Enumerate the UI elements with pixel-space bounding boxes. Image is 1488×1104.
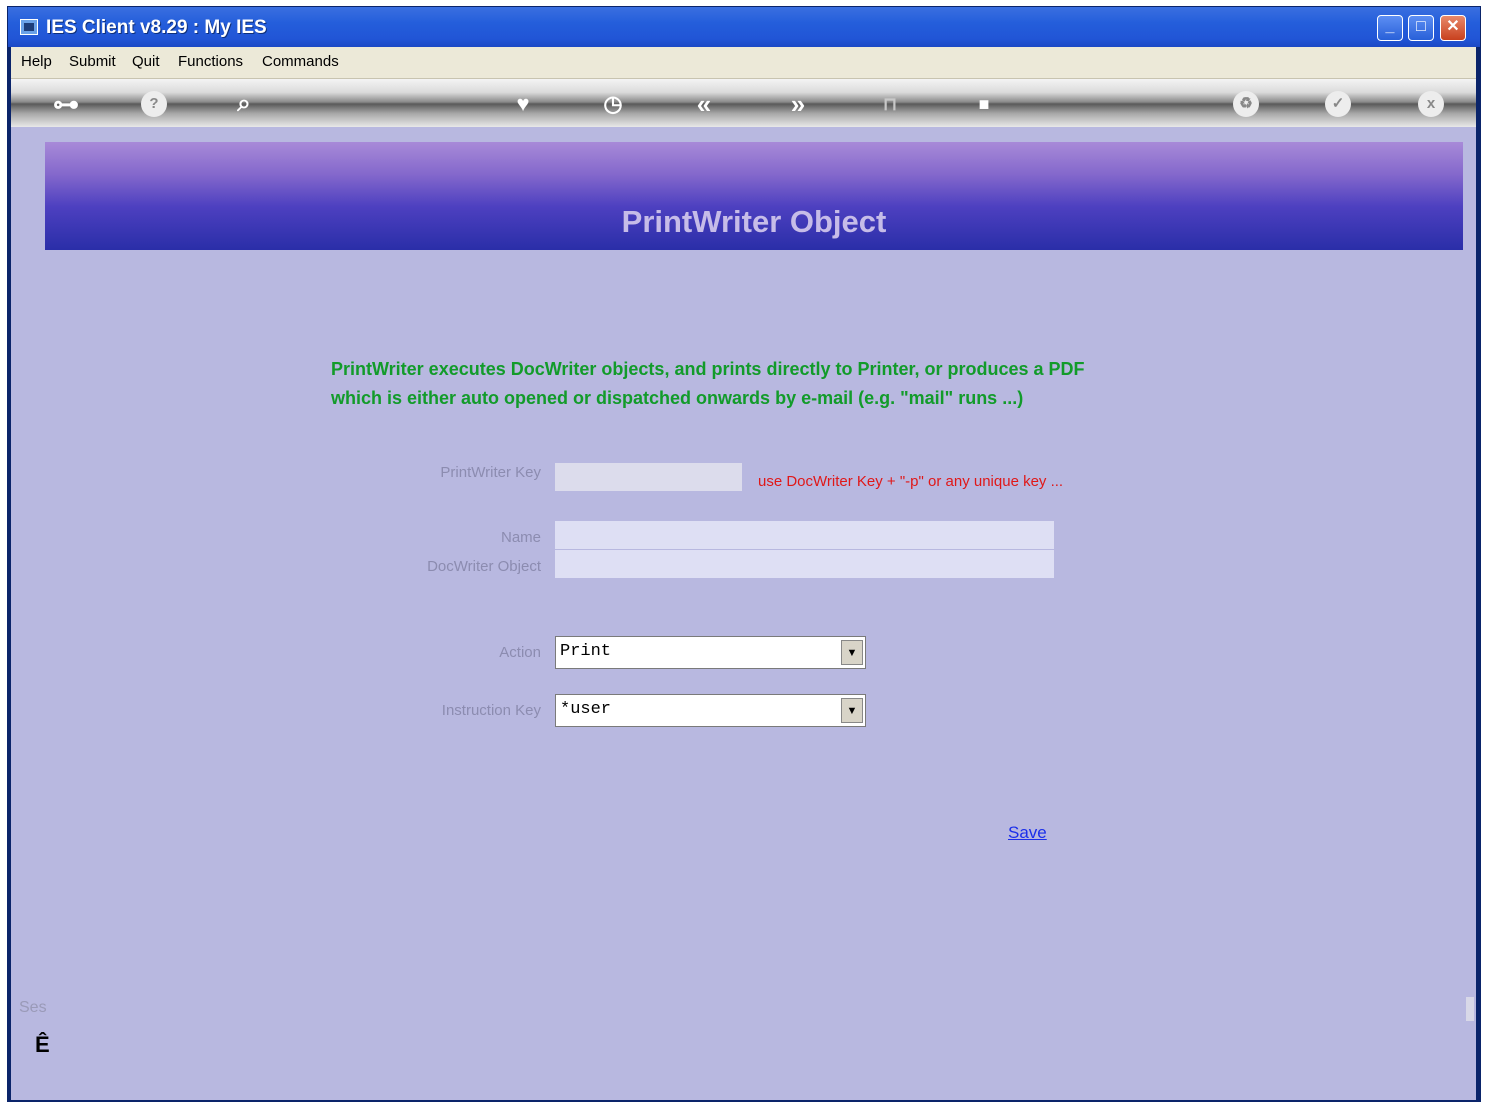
fast-forward-icon[interactable]: »	[785, 91, 811, 117]
trash-icon[interactable]: ⊓	[877, 91, 903, 117]
printwriter-key-input[interactable]	[555, 463, 742, 491]
close-window-button[interactable]: ✕	[1440, 15, 1466, 41]
app-icon	[20, 19, 38, 35]
description-line-1: PrintWriter executes DocWriter objects, …	[331, 359, 1085, 379]
header-banner: PrintWriter Object	[45, 142, 1463, 250]
menu-quit[interactable]: Quit	[132, 53, 160, 70]
menu-submit[interactable]: Submit	[69, 53, 116, 70]
chevron-down-icon[interactable]: ▼	[841, 698, 863, 723]
title-bar[interactable]: IES Client v8.29 : My IES _ □ ✕	[8, 7, 1480, 47]
maximize-button[interactable]: □	[1408, 15, 1434, 41]
docwriter-object-input[interactable]	[555, 550, 1054, 578]
save-link[interactable]: Save	[1008, 823, 1047, 843]
minimize-button[interactable]: _	[1377, 15, 1403, 41]
recycle-icon[interactable]: ♻	[1233, 91, 1259, 117]
heart-icon[interactable]: ♥	[510, 91, 536, 117]
printwriter-key-label: PrintWriter Key	[440, 464, 541, 481]
toolbar: ⊶ ? ⌕ ♥ ◷ « » ⊓ ■ ♻ ✓ x	[11, 79, 1476, 127]
page-title: PrintWriter Object	[621, 204, 887, 239]
window-title: IES Client v8.29 : My IES	[46, 17, 267, 38]
description-line-2: which is either auto opened or dispatche…	[331, 388, 1024, 408]
session-mark: Ê	[35, 1032, 50, 1057]
name-label: Name	[500, 529, 541, 546]
scrollbar[interactable]	[1466, 997, 1474, 1021]
description: PrintWriter executes DocWriter objects, …	[331, 355, 1085, 413]
action-select[interactable]: Print ▼	[555, 636, 866, 669]
help-icon[interactable]: ?	[141, 91, 167, 117]
instruction-key-value: *user	[560, 700, 612, 719]
clock-icon[interactable]: ◷	[600, 91, 626, 117]
key-icon[interactable]: ⊶	[41, 91, 91, 117]
name-input[interactable]	[555, 521, 1054, 549]
main-content: PrintWriter Object PrintWriter executes …	[11, 127, 1476, 1100]
rewind-icon[interactable]: «	[691, 91, 717, 117]
instruction-key-select[interactable]: *user ▼	[555, 694, 866, 727]
menu-commands[interactable]: Commands	[262, 53, 339, 70]
printwriter-key-hint: use DocWriter Key + "-p" or any unique k…	[758, 473, 1064, 490]
search-icon[interactable]: ⌕	[231, 91, 257, 117]
stop-icon[interactable]: ■	[971, 91, 997, 117]
check-icon[interactable]: ✓	[1325, 91, 1351, 117]
menu-help[interactable]: Help	[21, 53, 52, 70]
action-value: Print	[560, 642, 612, 661]
instruction-key-label: Instruction Key	[441, 702, 541, 719]
session-label: Ses	[19, 999, 47, 1016]
chevron-down-icon[interactable]: ▼	[841, 640, 863, 665]
action-label: Action	[499, 644, 541, 661]
docwriter-object-label: DocWriter Object	[427, 558, 541, 575]
menu-bar: Help Submit Quit Functions Commands	[11, 47, 1476, 79]
app-window: IES Client v8.29 : My IES _ □ ✕ Help Sub…	[7, 6, 1481, 1102]
close-icon[interactable]: x	[1418, 91, 1444, 117]
menu-functions[interactable]: Functions	[178, 53, 243, 70]
